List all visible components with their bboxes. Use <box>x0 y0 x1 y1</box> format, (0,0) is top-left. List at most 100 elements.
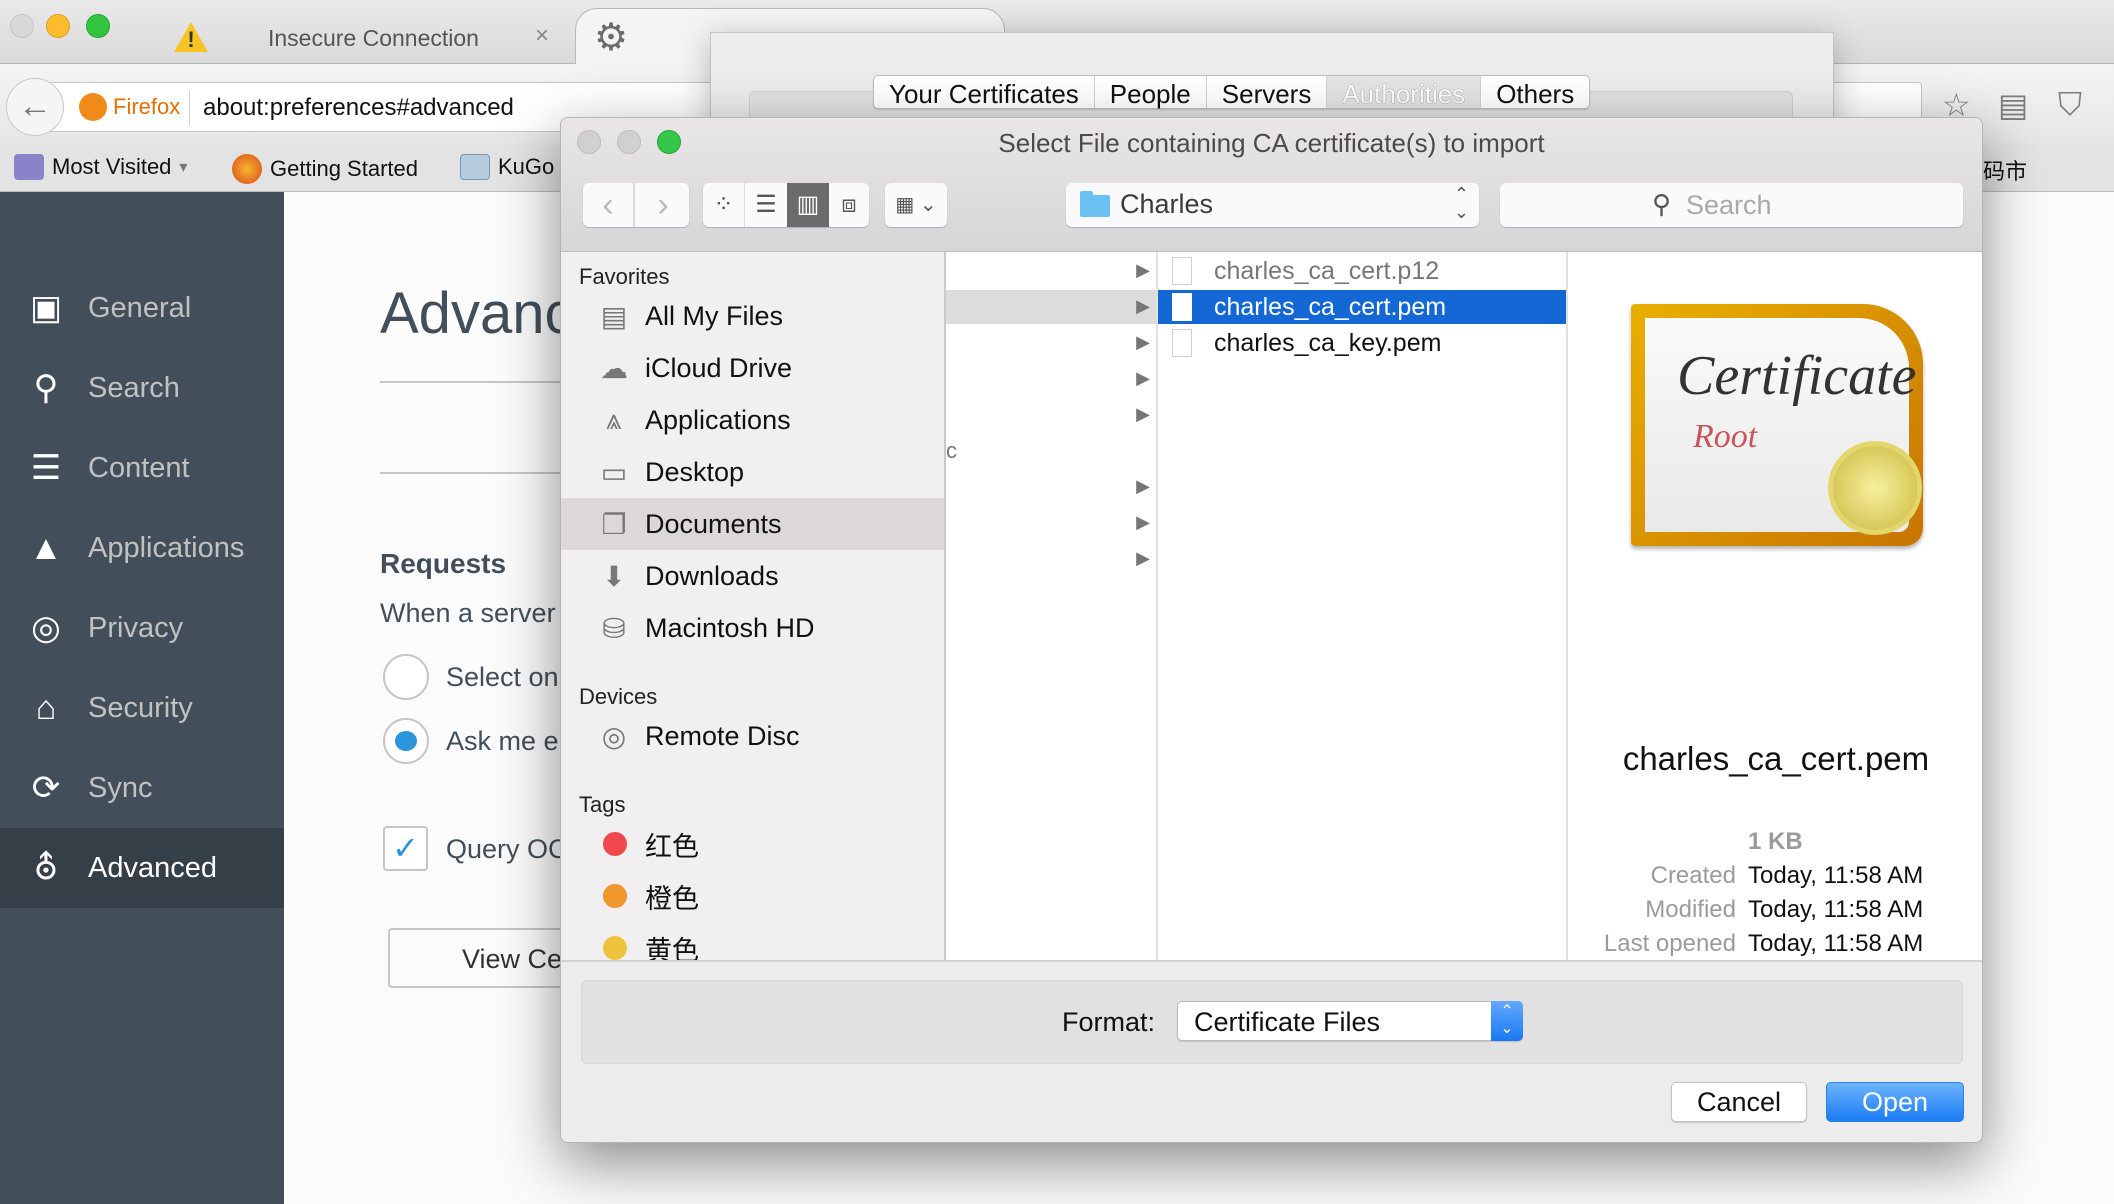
search-input[interactable]: ⚲ Search <box>1500 183 1963 227</box>
window-minimize-button[interactable] <box>46 14 70 38</box>
bookmark-getting-started[interactable]: Getting Started <box>232 154 418 184</box>
general-icon: ▣ <box>29 289 63 327</box>
sidebar-item-label: Security <box>88 691 193 724</box>
column-row[interactable]: ▶ <box>946 542 1156 576</box>
disclosure-arrow-icon: ▶ <box>1136 548 1150 568</box>
advanced-wizard-hat-icon: ⛢ <box>33 849 59 887</box>
sidebar-item-icloud-drive[interactable]: ☁ iCloud Drive <box>561 342 944 394</box>
sidebar-item-macintosh-hd[interactable]: ⛁ Macintosh HD <box>561 602 944 654</box>
tags-heading: Tags <box>579 792 626 817</box>
tab-others[interactable]: Others <box>1481 76 1589 109</box>
tab-close-icon[interactable]: × <box>535 22 549 50</box>
url-separator <box>189 91 190 125</box>
sidebar-item-tag-red[interactable]: 红色 <box>561 818 944 870</box>
file-preview-pane: Certificate Root charles_ca_cert.pem 1 K… <box>1568 252 1982 991</box>
sidebar-item-privacy[interactable]: ◎ Privacy <box>0 588 284 668</box>
location-label: Charles <box>1120 189 1214 219</box>
applications-icon: ⩓ <box>606 403 622 435</box>
sidebar-item-advanced[interactable]: ⛢ Advanced <box>0 828 284 908</box>
tab-people[interactable]: People <box>1095 76 1207 109</box>
sidebar-item-general[interactable]: ▣ General <box>0 268 284 348</box>
sidebar-item-tag-yellow[interactable]: 黄色 <box>561 922 944 960</box>
radio-ask-every-time[interactable] <box>383 718 429 764</box>
folder-icon <box>460 154 490 180</box>
file-row[interactable]: charles_ca_cert.p12 <box>1158 254 1566 288</box>
dialog-title: Select File containing CA certificate(s)… <box>998 128 1545 158</box>
bookmark-overflow-item[interactable]: 码市 <box>1983 154 2027 186</box>
coverflow-view-button[interactable]: ⧈ <box>829 183 869 227</box>
sidebar-item-applications[interactable]: ▲ Applications <box>0 508 284 588</box>
forward-button[interactable]: › <box>637 183 689 227</box>
pocket-icon[interactable]: ⛉ <box>2058 86 2082 124</box>
file-name: charles_ca_key.pem <box>1214 329 1442 357</box>
identity-label: Firefox <box>113 94 181 119</box>
sidebar-item-documents[interactable]: ❐ Documents <box>561 498 944 550</box>
bookmark-most-visited[interactable]: Most Visited ▾ <box>14 154 187 180</box>
all-my-files-icon: ▤ <box>600 300 628 332</box>
search-icon: ⚲ <box>1652 189 1672 219</box>
column-row[interactable]: ▶ <box>946 470 1156 504</box>
file-row[interactable]: charles_ca_key.pem <box>1158 326 1566 360</box>
column-view-button[interactable]: ▥ <box>787 183 829 227</box>
file-open-dialog: Select File containing CA certificate(s)… <box>560 117 1983 1143</box>
certificate-paper: Certificate Root <box>1645 318 1917 532</box>
tab-insecure-connection[interactable]: ! Insecure Connection × <box>150 8 570 64</box>
list-view-button[interactable]: ☰ <box>745 183 787 227</box>
content-icon: ☰ <box>30 449 62 487</box>
sync-icon: ⟳ <box>31 769 61 807</box>
sidebar-item-remote-disc[interactable]: ◎ Remote Disc <box>561 710 944 762</box>
icon-view-button[interactable]: ⁘ <box>703 183 745 227</box>
sidebar-item-tag-orange[interactable]: 橙色 <box>561 870 944 922</box>
window-zoom-button[interactable] <box>86 14 110 38</box>
location-popup[interactable]: Charles ⌃ ⌄ <box>1066 183 1479 227</box>
back-button[interactable]: ‹ <box>583 183 635 227</box>
meta-key-modified: Modified <box>1645 896 1736 923</box>
tab-your-certificates[interactable]: Your Certificates <box>874 76 1095 109</box>
meta-key-created: Created <box>1650 862 1736 889</box>
column-row[interactable]: ▶ <box>946 254 1156 288</box>
column-row[interactable]: ▶ <box>946 326 1156 360</box>
devices-heading: Devices <box>579 684 658 709</box>
sidebar-item-label: General <box>88 291 192 324</box>
sidebar-item-label: Advanced <box>88 851 217 884</box>
disclosure-arrow-icon: ▶ <box>1136 332 1150 352</box>
sidebar-item-content[interactable]: ☰ Content <box>0 428 284 508</box>
sidebar-item-search[interactable]: ⚲ Search <box>0 348 284 428</box>
sidebar-item-sync[interactable]: ⟳ Sync <box>0 748 284 828</box>
sidebar-item-all-my-files[interactable]: ▤ All My Files <box>561 290 944 342</box>
column-row[interactable]: ▶ <box>946 506 1156 540</box>
column-row[interactable]: ▶ <box>946 398 1156 432</box>
arrange-menu-button[interactable]: ▦ ⌄ <box>885 183 947 227</box>
format-select[interactable]: Certificate Files ⌃ ⌄ <box>1177 1001 1523 1041</box>
bookmark-label: KuGo <box>498 154 555 179</box>
column-row-selected[interactable]: ▶ <box>946 290 1156 324</box>
disclosure-arrow-icon: ▶ <box>1136 296 1150 316</box>
radio-select-automatically[interactable] <box>383 654 429 700</box>
sidebar-item-label: Documents <box>645 508 782 539</box>
reading-list-icon[interactable]: ▤ <box>1998 86 2028 124</box>
sidebar-item-desktop[interactable]: ▭ Desktop <box>561 446 944 498</box>
sidebar-item-label: Applications <box>645 404 791 435</box>
open-button[interactable]: Open <box>1826 1082 1964 1122</box>
requests-heading: Requests <box>380 548 507 579</box>
cancel-button[interactable]: Cancel <box>1671 1082 1807 1122</box>
url-text[interactable]: about:preferences#advanced <box>203 94 514 122</box>
sidebar-item-security[interactable]: ⌂ Security <box>0 668 284 748</box>
column-row[interactable]: ▶ <box>946 362 1156 396</box>
bookmark-kugo[interactable]: KuGo <box>460 154 554 180</box>
disclosure-arrow-icon: ▶ <box>1136 512 1150 532</box>
document-icon <box>1172 257 1192 285</box>
icloud-icon: ☁ <box>600 352 628 384</box>
sidebar-item-downloads[interactable]: ⬇ Downloads <box>561 550 944 602</box>
window-close-button[interactable] <box>10 14 34 38</box>
firefox-identity-icon <box>79 93 107 121</box>
tab-authorities[interactable]: Authorities <box>1327 76 1482 109</box>
file-row-selected[interactable]: charles_ca_cert.pem <box>1158 290 1566 324</box>
sidebar-item-label: 黄色 <box>645 935 699 961</box>
sidebar-item-applications[interactable]: ⩓ Applications <box>561 394 944 446</box>
ocsp-checkbox[interactable]: ✓ <box>383 826 428 871</box>
tag-orange-icon <box>603 884 627 908</box>
tab-servers[interactable]: Servers <box>1207 76 1328 109</box>
preferences-sidebar: ▣ General ⚲ Search ☰ Content ▲ Applicati… <box>0 192 284 1204</box>
back-button[interactable]: ← <box>6 78 64 136</box>
